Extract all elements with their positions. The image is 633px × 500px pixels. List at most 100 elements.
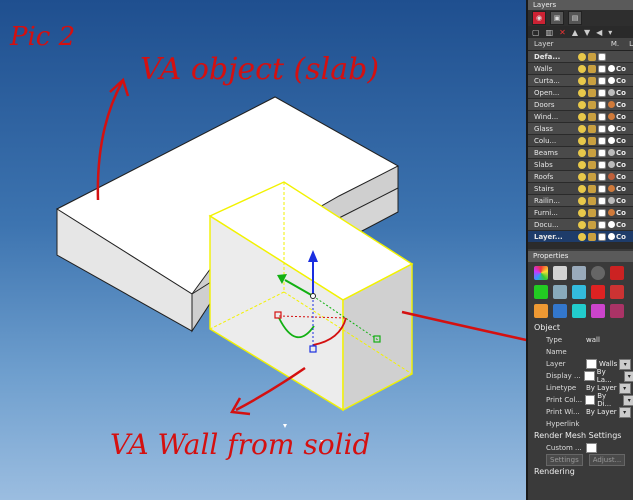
visibility-bulb-icon[interactable] [578,160,586,169]
display-tab-icon[interactable]: ▣ [550,11,564,25]
info-icon[interactable] [591,266,605,280]
adjust-button[interactable]: Adjust... [588,454,626,466]
material-swatch[interactable] [608,125,615,132]
visibility-bulb-icon[interactable] [578,208,586,217]
settings-button[interactable]: Settings [546,454,583,466]
layer-row[interactable]: Open... Co [528,87,633,99]
lock-icon[interactable] [588,172,596,181]
layer-color-swatch[interactable] [598,136,606,145]
dropdown-chevron-icon[interactable]: ▾ [618,406,631,418]
3d-viewport[interactable]: Pic 2 VA object (slab) VA Wall from soli… [0,0,526,500]
dropdown-chevron-icon[interactable]: ▾ [623,394,633,406]
layer-color-swatch[interactable] [598,76,606,85]
clipping-icon[interactable] [591,304,605,318]
dropdown-chevron-icon[interactable]: ▾ [623,370,633,382]
lock-icon[interactable] [588,124,596,133]
visibility-bulb-icon[interactable] [578,124,586,133]
shadow-icon[interactable] [572,304,586,318]
lock-icon[interactable] [588,100,596,109]
lock-icon[interactable] [588,208,596,217]
material-swatch[interactable] [608,209,615,216]
move-left-icon[interactable]: ◀ [596,28,602,37]
lock-icon[interactable] [588,76,596,85]
visibility-bulb-icon[interactable] [578,184,586,193]
layer-row[interactable]: Docu... Co [528,219,633,231]
material-swatch[interactable] [608,221,615,228]
curve-piping-icon[interactable] [553,285,567,299]
layer-color-swatch[interactable] [598,124,606,133]
layer-row[interactable]: Glass Co [528,123,633,135]
lock-icon[interactable] [588,232,596,241]
material-swatch[interactable] [608,233,615,240]
custom-mesh-checkbox[interactable] [586,443,597,453]
layer-color-swatch[interactable] [598,172,606,181]
layer-row[interactable]: Curta... Co [528,75,633,87]
lock-icon[interactable] [588,88,596,97]
material-swatch[interactable] [608,101,615,108]
layer-color-swatch[interactable] [598,88,606,97]
layer-row[interactable]: Furni... Co [528,207,633,219]
move-up-icon[interactable]: ▲ [572,28,578,37]
layer-color-swatch[interactable] [598,184,606,193]
material-swatch[interactable] [608,161,615,168]
texture-mapping-icon[interactable] [534,285,548,299]
layer-color-swatch[interactable] [598,112,606,121]
layer-row[interactable]: Colu... Co [528,135,633,147]
lock-icon[interactable] [588,112,596,121]
extra-icon[interactable] [610,304,624,318]
edge-softening-icon[interactable] [591,285,605,299]
thickening-icon[interactable] [553,304,567,318]
visibility-bulb-icon[interactable] [578,88,586,97]
visibility-bulb-icon[interactable] [578,136,586,145]
material-swatch[interactable] [608,77,615,84]
lock-icon[interactable] [588,220,596,229]
layers-tab-icon[interactable]: ◉ [532,11,546,25]
visibility-bulb-icon[interactable] [578,232,586,241]
property-value[interactable]: wall [586,336,600,344]
layer-color-swatch[interactable] [598,232,606,241]
move-down-icon[interactable]: ▼ [584,28,590,37]
layer-color-swatch[interactable] [598,196,606,205]
layer-row[interactable]: Wind... Co [528,111,633,123]
layer-row[interactable]: Beams Co [528,147,633,159]
lock-icon[interactable] [588,52,596,61]
lock-icon[interactable] [588,148,596,157]
materials-tab-icon[interactable]: ▤ [568,11,582,25]
material-swatch[interactable] [608,197,615,204]
material-icon[interactable] [553,266,567,280]
visibility-bulb-icon[interactable] [578,172,586,181]
material-swatch[interactable] [608,185,615,192]
layer-color-swatch[interactable] [598,64,606,73]
layer-color-swatch[interactable] [598,160,606,169]
visibility-bulb-icon[interactable] [578,148,586,157]
render-mesh-section-header[interactable]: Render Mesh Settings [528,430,633,442]
layer-color-swatch[interactable] [598,148,606,157]
attribute-icon[interactable] [610,266,624,280]
material-swatch[interactable] [608,113,615,120]
visibility-bulb-icon[interactable] [578,76,586,85]
lock-icon[interactable] [588,64,596,73]
layer-row[interactable]: Roofs Co [528,171,633,183]
layer-row[interactable]: Doors Co [528,99,633,111]
material-swatch[interactable] [608,65,615,72]
visibility-bulb-icon[interactable] [578,196,586,205]
lock-icon[interactable] [588,136,596,145]
displacement-icon[interactable] [572,285,586,299]
material-swatch[interactable] [608,149,615,156]
filter-icon[interactable]: ▾ [608,28,612,37]
layer-color-swatch[interactable] [598,100,606,109]
visibility-bulb-icon[interactable] [578,52,586,61]
lock-icon[interactable] [588,196,596,205]
layer-color-swatch[interactable] [598,52,606,61]
layer-row[interactable]: Stairs Co [528,183,633,195]
layer-row[interactable]: Layer... Co [528,231,633,243]
property-value-cell[interactable]: wall [586,336,600,344]
property-value-cell[interactable]: By Layer ▾ [586,406,631,418]
layer-row[interactable]: Defa... [528,51,633,63]
visibility-bulb-icon[interactable] [578,112,586,121]
material-swatch[interactable] [608,89,615,96]
shutlining-icon[interactable] [610,285,624,299]
new-sublayer-icon[interactable]: ▥ [546,28,554,37]
visibility-bulb-icon[interactable] [578,64,586,73]
new-layer-icon[interactable]: ▢ [532,28,540,37]
